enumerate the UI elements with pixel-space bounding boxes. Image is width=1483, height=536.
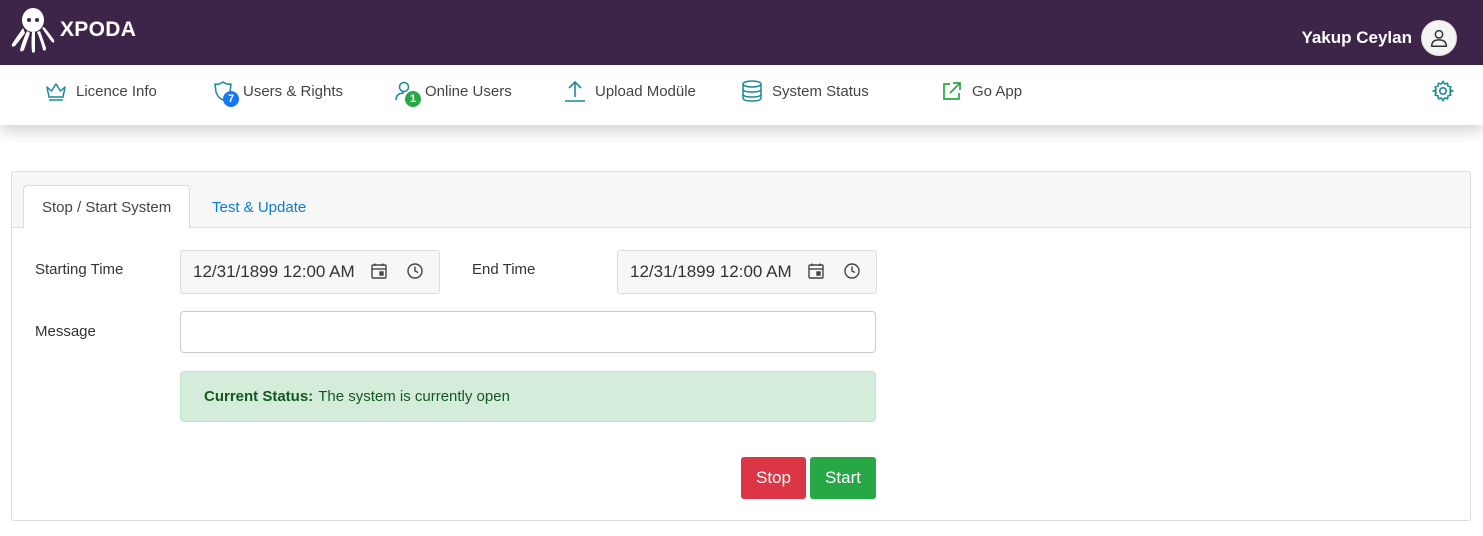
tab-bar: Stop / Start System Test & Update xyxy=(12,172,1470,229)
top-bar: XPODA Yakup Ceylan xyxy=(0,0,1483,65)
upload-icon xyxy=(563,79,587,103)
starting-time-label: Starting Time xyxy=(35,261,124,278)
start-button[interactable]: Start xyxy=(810,457,876,499)
nav-item-users-rights[interactable]: 7 Users & Rights xyxy=(211,65,343,117)
brand[interactable]: XPODA xyxy=(10,6,136,54)
user-menu[interactable]: Yakup Ceylan xyxy=(1301,20,1457,56)
gear-icon[interactable] xyxy=(1431,79,1455,103)
nav-label: Licence Info xyxy=(76,82,157,100)
message-input[interactable] xyxy=(180,311,876,353)
users-count-badge: 7 xyxy=(223,91,239,107)
status-title: Current Status: xyxy=(204,388,314,405)
tab-test-update[interactable]: Test & Update xyxy=(194,185,324,229)
shield-icon: 7 xyxy=(211,79,239,107)
nav-item-go-app[interactable]: Go App xyxy=(940,65,1022,117)
nav-label: Upload Modüle xyxy=(595,82,696,100)
avatar[interactable] xyxy=(1421,20,1457,56)
brand-name: XPODA xyxy=(60,18,137,41)
nav-label: Users & Rights xyxy=(243,82,344,100)
clock-icon[interactable] xyxy=(406,262,424,280)
starting-time-field[interactable]: 12/31/1899 12:00 AM xyxy=(180,250,440,294)
end-time-value: 12/31/1899 12:00 AM xyxy=(630,262,792,281)
user-name: Yakup Ceylan xyxy=(1301,28,1412,47)
nav-label: Online Users xyxy=(425,82,512,100)
user-icon: 1 xyxy=(393,79,421,107)
nav-label: System Status xyxy=(772,82,869,100)
end-time-label: End Time xyxy=(472,261,536,278)
status-alert: Current Status: The system is currently … xyxy=(180,371,876,422)
tab-stop-start-system[interactable]: Stop / Start System xyxy=(23,185,191,229)
crown-icon xyxy=(44,79,68,103)
nav-item-licence-info[interactable]: Licence Info xyxy=(44,65,157,117)
database-icon xyxy=(740,79,764,103)
user-avatar-icon xyxy=(1430,29,1448,47)
message-label: Message xyxy=(35,323,96,340)
status-text: The system is currently open xyxy=(318,388,510,405)
stop-button[interactable]: Stop xyxy=(741,457,806,499)
nav-item-upload-module[interactable]: Upload Modüle xyxy=(563,65,696,117)
octopus-logo-icon xyxy=(11,8,55,53)
end-time-field[interactable]: 12/31/1899 12:00 AM xyxy=(617,250,877,294)
nav-item-system-status[interactable]: System Status xyxy=(740,65,869,117)
calendar-icon[interactable] xyxy=(807,262,825,280)
clock-icon[interactable] xyxy=(843,262,861,280)
nav-bar: Licence Info 7 Users & Rights 1 Online U… xyxy=(0,65,1483,125)
starting-time-value: 12/31/1899 12:00 AM xyxy=(193,262,355,281)
external-link-icon xyxy=(940,79,964,103)
calendar-icon[interactable] xyxy=(370,262,388,280)
online-count-badge: 1 xyxy=(405,91,421,107)
system-control-card: Stop / Start System Test & Update Starti… xyxy=(11,171,1471,521)
nav-item-online-users[interactable]: 1 Online Users xyxy=(393,65,512,117)
nav-label: Go App xyxy=(972,82,1023,100)
